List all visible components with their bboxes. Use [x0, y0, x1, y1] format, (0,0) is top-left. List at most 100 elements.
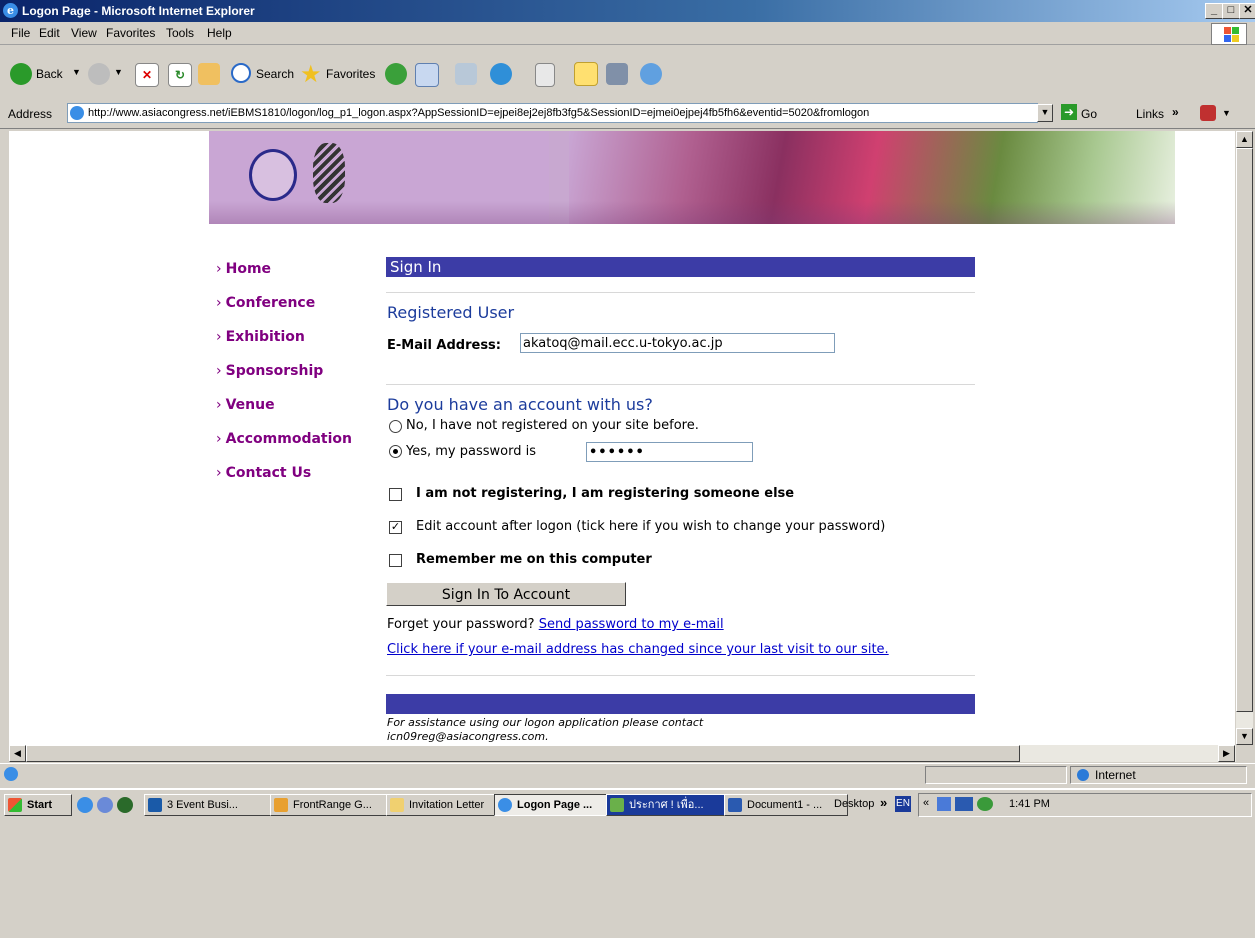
- assistance-email: icn09reg@asiacongress.com.: [387, 730, 549, 743]
- society-logo-icon: [249, 149, 297, 201]
- status-bar: Internet: [0, 763, 1255, 784]
- send-password-link[interactable]: Send password to my e-mail: [539, 617, 724, 632]
- quicklaunch-media-icon[interactable]: [117, 797, 133, 813]
- close-button[interactable]: ✕: [1239, 3, 1255, 19]
- forward-dropdown-icon[interactable]: ▼: [114, 67, 123, 77]
- ie-icon: e: [3, 3, 18, 18]
- horizontal-scroll-thumb[interactable]: [26, 745, 1020, 762]
- quicklaunch-desktop-icon[interactable]: [97, 797, 113, 813]
- refresh-icon[interactable]: ↻: [168, 63, 192, 87]
- nav-sponsorship[interactable]: › Sponsorship: [216, 363, 323, 379]
- address-input[interactable]: http://www.asiacongress.net/iEBMS1810/lo…: [67, 103, 1038, 123]
- scroll-up-icon[interactable]: ▲: [1236, 131, 1253, 148]
- menu-help[interactable]: Help: [207, 26, 232, 40]
- back-arrow-icon[interactable]: [10, 63, 32, 85]
- menu-favorites[interactable]: Favorites: [106, 26, 155, 40]
- start-button[interactable]: Start: [4, 794, 72, 816]
- nav-contact-us[interactable]: › Contact Us: [216, 465, 311, 481]
- checkbox-edit-account[interactable]: ✓: [389, 521, 402, 534]
- address-dropdown-icon[interactable]: ▼: [1037, 104, 1053, 122]
- network-icon[interactable]: [937, 797, 951, 811]
- history-icon[interactable]: [385, 63, 407, 85]
- radio-has-password[interactable]: [389, 445, 402, 458]
- acrobat-icon[interactable]: [1200, 105, 1216, 121]
- skype-icon[interactable]: [490, 63, 512, 85]
- vertical-scroll-thumb[interactable]: [1236, 148, 1253, 712]
- maximize-button[interactable]: □: [1222, 3, 1240, 19]
- registered-user-heading: Registered User: [387, 303, 515, 322]
- task-logon-page[interactable]: Logon Page ...: [494, 794, 622, 816]
- v3-antivirus-icon[interactable]: [955, 797, 973, 811]
- nav-exhibition[interactable]: › Exhibition: [216, 329, 305, 345]
- clock: 1:41 PM: [1009, 798, 1050, 810]
- scroll-down-icon[interactable]: ▼: [1236, 728, 1253, 745]
- page-status-icon: [4, 767, 18, 781]
- assistance-text: For assistance using our logon applicati…: [387, 716, 704, 729]
- back-button[interactable]: Back: [36, 67, 63, 81]
- messenger-icon[interactable]: [640, 63, 662, 85]
- chevron-right-icon[interactable]: »: [880, 795, 887, 810]
- task-event-business[interactable]: 3 Event Busi...: [144, 794, 280, 816]
- acrobat-dropdown-icon[interactable]: ▼: [1222, 108, 1231, 118]
- page-content: › Home › Conference › Exhibition › Sponsorsh…: [9, 131, 1235, 745]
- windows-logo-icon: [1211, 23, 1247, 45]
- password-field[interactable]: ••••••: [586, 442, 753, 462]
- menu-tools[interactable]: Tools: [166, 26, 194, 40]
- nav-conference[interactable]: › Conference: [216, 295, 315, 311]
- mail-icon[interactable]: [415, 63, 439, 87]
- quicklaunch-ie-icon[interactable]: [77, 797, 93, 813]
- status-panels: [925, 766, 1067, 784]
- page-icon: [70, 106, 84, 121]
- menu-view[interactable]: View: [71, 26, 97, 40]
- favorites-star-icon[interactable]: ★: [300, 60, 322, 89]
- scroll-right-icon[interactable]: ▶: [1218, 745, 1235, 762]
- email-changed-link[interactable]: Click here if your e-mail address has ch…: [387, 642, 889, 657]
- word-icon[interactable]: [535, 63, 555, 87]
- minimize-button[interactable]: _: [1205, 3, 1223, 19]
- search-icon[interactable]: [231, 63, 251, 83]
- menu-edit[interactable]: Edit: [39, 26, 60, 40]
- research-icon[interactable]: [606, 63, 628, 85]
- menu-file[interactable]: File: [11, 26, 30, 40]
- divider: [386, 675, 975, 676]
- tray-expand-icon[interactable]: «: [923, 797, 929, 809]
- email-field[interactable]: akatoq@mail.ecc.u-tokyo.ac.jp: [520, 333, 835, 353]
- radio-not-registered[interactable]: [389, 420, 402, 433]
- links-button[interactable]: Links: [1136, 107, 1164, 121]
- print-icon[interactable]: [455, 63, 477, 85]
- home-icon[interactable]: [198, 63, 220, 85]
- back-dropdown-icon[interactable]: ▼: [72, 67, 81, 77]
- divider: [386, 384, 975, 385]
- tray-app-icon[interactable]: [977, 797, 993, 811]
- task-frontrange[interactable]: FrontRange G...: [270, 794, 402, 816]
- chevron-right-icon[interactable]: »: [1172, 105, 1179, 119]
- nav-venue[interactable]: › Venue: [216, 397, 275, 413]
- address-url: http://www.asiacongress.net/iEBMS1810/lo…: [88, 107, 870, 119]
- task-document1[interactable]: Document1 - ...: [724, 794, 848, 816]
- horizontal-scrollbar[interactable]: ◀ ▶: [9, 745, 1236, 762]
- forward-arrow-icon[interactable]: [88, 63, 110, 85]
- nav-accommodation[interactable]: › Accommodation: [216, 431, 352, 447]
- go-arrow-icon[interactable]: ➜: [1061, 104, 1077, 120]
- notes-icon[interactable]: [574, 62, 598, 86]
- search-button[interactable]: Search: [256, 67, 294, 81]
- window-title: Logon Page - Microsoft Internet Explorer: [22, 4, 255, 18]
- checkbox-remember-me[interactable]: [389, 554, 402, 567]
- title-bar: e Logon Page - Microsoft Internet Explor…: [0, 0, 1255, 22]
- checkbox-remember-me-label: Remember me on this computer: [416, 552, 652, 567]
- sign-in-button[interactable]: Sign In To Account: [386, 582, 626, 606]
- menu-bar: File Edit View Favorites Tools Help: [0, 22, 1255, 45]
- nav-home[interactable]: › Home: [216, 261, 271, 277]
- desktop-toolbar-label[interactable]: Desktop: [834, 798, 874, 810]
- taskbar: Start 3 Event Busi... FrontRange G... In…: [0, 788, 1255, 820]
- go-button[interactable]: Go: [1081, 107, 1097, 121]
- forget-password-row: Forget your password? Send password to m…: [387, 617, 724, 632]
- task-thai-announcement[interactable]: ประกาศ ! เพื่อ...: [606, 794, 740, 816]
- checkbox-registering-someone-else[interactable]: [389, 488, 402, 501]
- stop-icon[interactable]: ✕: [135, 63, 159, 87]
- address-bar: Address http://www.asiacongress.net/iEBM…: [0, 100, 1255, 129]
- vertical-scrollbar[interactable]: ▲ ▼: [1236, 131, 1253, 745]
- language-indicator[interactable]: EN: [895, 796, 911, 812]
- scroll-left-icon[interactable]: ◀: [9, 745, 26, 762]
- favorites-button[interactable]: Favorites: [326, 67, 375, 81]
